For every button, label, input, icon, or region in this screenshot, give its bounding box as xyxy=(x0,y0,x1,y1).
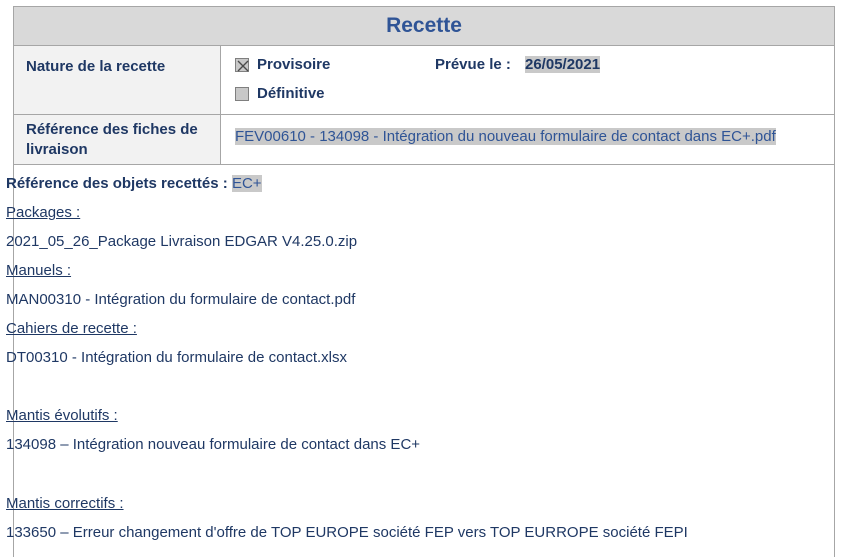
checked-x-icon xyxy=(237,60,249,72)
packages-label: Packages : xyxy=(6,204,81,221)
objets-label: Référence des objets recettés : xyxy=(6,175,228,192)
nature-value-cell: Provisoire Prévue le : 26/05/2021 Défini… xyxy=(222,46,834,114)
cahiers-label: Cahiers de recette : xyxy=(6,320,137,337)
recette-form: Recette Nature de la recette Provisoire … xyxy=(13,6,835,557)
definitive-checkbox[interactable] xyxy=(235,87,249,101)
provisoire-checkbox[interactable] xyxy=(235,58,249,72)
evolutifs-value: 134098 – Intégration nouveau formulaire … xyxy=(6,436,421,453)
manuels-label: Manuels : xyxy=(6,262,72,279)
fiches-value: FEV00610 - 134098 - Intégration du nouve… xyxy=(235,128,776,145)
correctifs-label: Mantis correctifs : xyxy=(6,495,124,512)
definitive-label: Définitive xyxy=(257,85,325,102)
correctifs-value: 133650 – Erreur changement d'offre de TO… xyxy=(6,524,688,541)
manuels-value: MAN00310 - Intégration du formulaire de … xyxy=(6,291,356,308)
objets-value: EC+ xyxy=(231,175,262,192)
prevue-date: 26/05/2021 xyxy=(525,56,601,73)
cahiers-value: DT00310 - Intégration du formulaire de c… xyxy=(6,349,348,366)
nature-label: Nature de la recette xyxy=(14,46,221,114)
packages-value: 2021_05_26_Package Livraison EDGAR V4.25… xyxy=(6,233,358,250)
evolutifs-label: Mantis évolutifs : xyxy=(6,407,118,424)
form-header: Recette xyxy=(14,7,834,46)
provisoire-label: Provisoire xyxy=(257,56,331,73)
prevue-label: Prévue le : xyxy=(435,56,511,73)
objets-line: Référence des objets recettés : EC+ xyxy=(6,175,262,192)
nature-row: Nature de la recette Provisoire Prévue l… xyxy=(14,46,834,115)
fiches-value-cell: FEV00610 - 134098 - Intégration du nouve… xyxy=(222,115,834,164)
fiches-row: Référence des fiches de livraison FEV006… xyxy=(14,115,834,165)
fiches-label: Référence des fiches de livraison xyxy=(14,115,221,164)
form-title: Recette xyxy=(386,14,462,37)
